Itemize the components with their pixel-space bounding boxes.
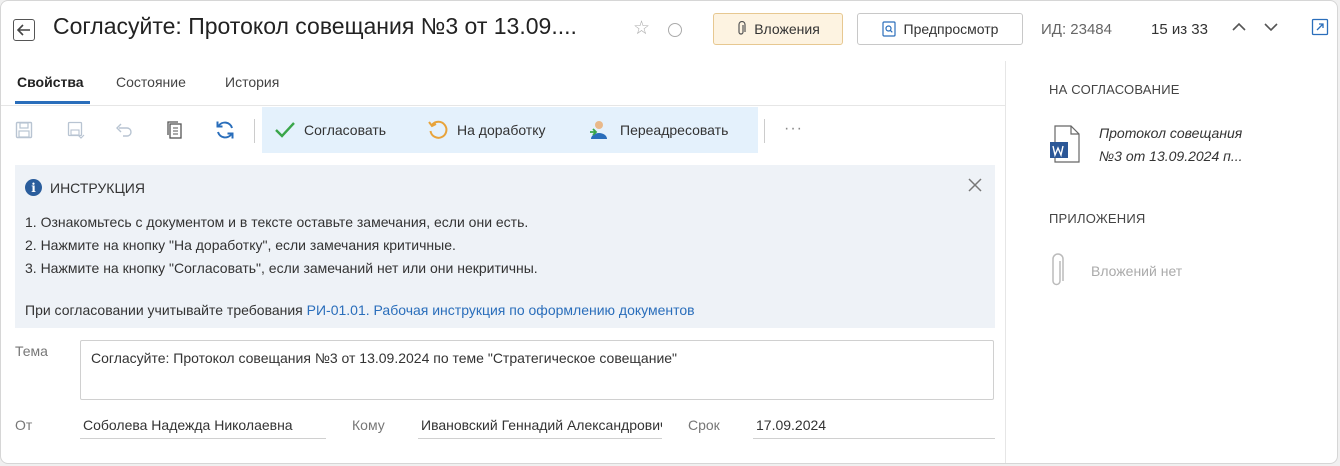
user-redirect-icon — [590, 121, 607, 139]
attachments-button[interactable]: Вложения — [713, 13, 843, 45]
open-in-new-window-button[interactable] — [1311, 18, 1329, 36]
requirements-line: При согласовании учитывайте требования Р… — [25, 302, 695, 318]
rework-button-label: На доработку — [457, 122, 546, 138]
requirements-prefix: При согласовании учитывайте требования — [25, 302, 303, 318]
task-card-window: Согласуйте: Протокол совещания №3 от 13.… — [0, 0, 1338, 464]
refresh-icon — [216, 121, 234, 139]
from-label: От — [15, 417, 33, 433]
refresh-button[interactable] — [214, 119, 236, 141]
tab-properties[interactable]: Свойства — [17, 74, 84, 90]
close-icon — [968, 178, 982, 192]
undo-button[interactable] — [113, 119, 135, 141]
instruction-line: 2. Нажмите на кнопку "На доработку", есл… — [25, 237, 456, 253]
page-title: Согласуйте: Протокол совещания №3 от 13.… — [53, 13, 577, 39]
document-id: ИД: 23484 — [1041, 21, 1112, 38]
status-circle-icon[interactable] — [668, 23, 682, 37]
tabs-divider — [1, 105, 1005, 106]
info-icon: i — [25, 179, 42, 196]
more-actions-button[interactable]: ··· — [784, 120, 803, 138]
deadline-value: 17.09.2024 — [756, 417, 827, 433]
save-close-icon — [67, 121, 85, 139]
subject-field[interactable]: Согласуйте: Протокол совещания №3 от 13.… — [80, 340, 994, 400]
no-attachments-text: Вложений нет — [1091, 263, 1183, 279]
rework-button[interactable]: На доработку — [427, 107, 546, 153]
arrow-left-icon — [17, 24, 30, 36]
deadline-field[interactable]: 17.09.2024 — [753, 414, 995, 439]
undo-icon — [116, 123, 132, 137]
active-tab-indicator — [15, 101, 90, 104]
attachments-heading: ПРИЛОЖЕНИЯ — [1049, 211, 1146, 226]
redirect-button-label: Переадресовать — [620, 122, 729, 138]
instruction-line: 3. Нажмите на кнопку "Согласовать", если… — [25, 260, 538, 276]
attachments-button-label: Вложения — [754, 21, 820, 37]
approval-heading: НА СОГЛАСОВАНИЕ — [1049, 82, 1180, 97]
from-value: Соболева Надежда Николаевна — [83, 417, 293, 433]
external-link-icon — [1311, 18, 1329, 36]
approval-document-link[interactable]: Протокол совещания №3 от 13.09.2024 п... — [1099, 122, 1243, 168]
requirements-link[interactable]: РИ-01.01. Рабочая инструкция по оформлен… — [307, 302, 695, 318]
copy-button[interactable] — [163, 119, 185, 141]
tab-history[interactable]: История — [225, 74, 279, 90]
word-document-icon[interactable] — [1049, 125, 1081, 163]
return-arrow-icon — [428, 120, 448, 139]
paperclip-icon — [1052, 253, 1064, 286]
next-record-button[interactable] — [1261, 17, 1281, 37]
instruction-panel: i ИНСТРУКЦИЯ 1. Ознакомьтесь с документо… — [15, 165, 995, 328]
preview-button-label: Предпросмотр — [903, 21, 999, 37]
preview-button[interactable]: Предпросмотр — [857, 13, 1023, 45]
close-instruction-button[interactable] — [965, 175, 985, 195]
to-field[interactable]: Ивановский Геннадий Александрович — [418, 414, 662, 439]
save-button[interactable] — [13, 119, 35, 141]
to-label: Кому — [352, 417, 385, 433]
panel-divider — [1005, 61, 1006, 463]
tab-status[interactable]: Состояние — [116, 74, 186, 90]
save-icon — [15, 121, 33, 139]
action-buttons-group: Согласовать На доработку Переадресовать — [262, 107, 758, 153]
preview-icon — [881, 21, 896, 37]
chevron-down-icon — [1264, 23, 1278, 32]
pager-counter: 15 из 33 — [1151, 21, 1208, 38]
toolbar-separator — [764, 119, 765, 143]
document-title-line: Протокол совещания — [1099, 125, 1243, 141]
back-button[interactable] — [13, 19, 35, 41]
paperclip-icon — [738, 21, 746, 35]
checkmark-icon — [275, 122, 295, 138]
to-value: Ивановский Геннадий Александрович — [421, 417, 662, 433]
document-title-line: №3 от 13.09.2024 п... — [1099, 148, 1243, 164]
instruction-line: 1. Ознакомьтесь с документом и в тексте … — [25, 214, 529, 230]
redirect-button[interactable]: Переадресовать — [588, 107, 728, 153]
chevron-up-icon — [1232, 22, 1246, 31]
save-and-close-button[interactable] — [65, 119, 87, 141]
copy-icon — [167, 121, 182, 139]
toolbar-separator — [254, 119, 255, 143]
instruction-title: ИНСТРУКЦИЯ — [50, 179, 145, 196]
from-field[interactable]: Соболева Надежда Николаевна — [80, 414, 326, 439]
approve-button[interactable]: Согласовать — [274, 107, 386, 153]
previous-record-button[interactable] — [1229, 17, 1249, 37]
approve-button-label: Согласовать — [304, 122, 387, 138]
subject-label: Тема — [15, 343, 48, 359]
instruction-header: i ИНСТРУКЦИЯ — [25, 179, 145, 196]
deadline-label: Срок — [688, 417, 720, 433]
favorite-star-icon[interactable]: ☆ — [633, 19, 650, 39]
